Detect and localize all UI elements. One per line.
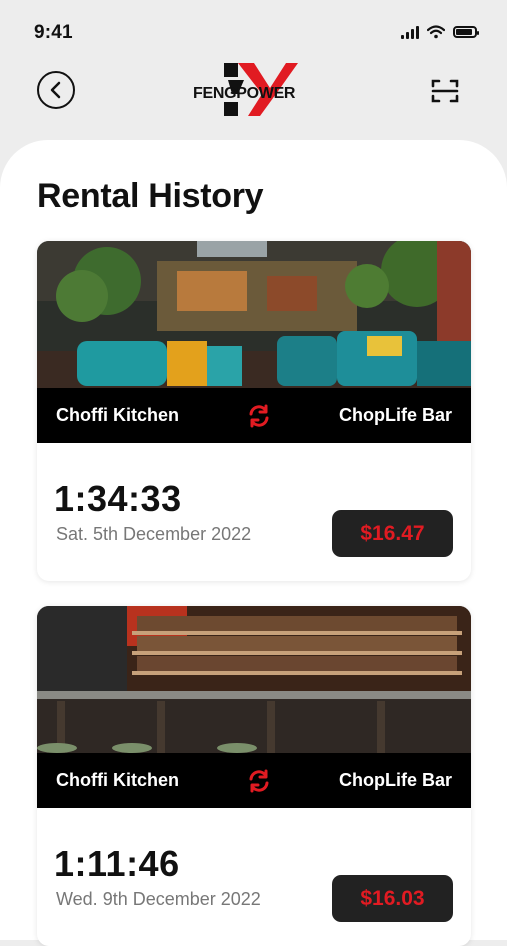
bar-counter-image xyxy=(37,606,471,753)
rental-duration: 1:11:46 xyxy=(54,843,180,884)
rental-date: Sat. 5th December 2022 xyxy=(56,524,252,544)
signal-icon xyxy=(401,25,419,39)
restaurant-interior-image xyxy=(37,241,471,388)
route-origin: Choffi Kitchen xyxy=(56,405,179,425)
refresh-swap-icon[interactable] xyxy=(246,403,272,429)
back-button[interactable] xyxy=(37,71,75,109)
status-icons xyxy=(401,25,479,39)
scan-button[interactable] xyxy=(430,77,460,105)
price-badge[interactable]: $16.03 xyxy=(332,875,453,922)
brand-logo: FENGPOWER xyxy=(188,60,318,120)
logo-text: FENGPOWER xyxy=(193,85,296,102)
route-destination: ChopLife Bar xyxy=(338,405,452,425)
route-origin: Choffi Kitchen xyxy=(56,770,179,790)
refresh-swap-icon[interactable] xyxy=(246,768,272,794)
status-time: 9:41 xyxy=(34,22,73,43)
page-title: Rental History xyxy=(37,177,264,215)
battery-icon xyxy=(453,26,479,38)
rental-duration: 1:34:33 xyxy=(54,478,182,519)
rental-card[interactable]: Choffi Kitchen ChopLife Bar 1:11:46 Wed.… xyxy=(37,606,471,946)
route-bar: Choffi Kitchen ChopLife Bar xyxy=(37,388,471,443)
status-bar: 9:41 xyxy=(0,0,507,60)
wifi-icon xyxy=(427,25,445,39)
route-destination: ChopLife Bar xyxy=(338,770,452,790)
chevron-left-icon xyxy=(50,81,61,99)
route-bar: Choffi Kitchen ChopLife Bar xyxy=(37,753,471,808)
rental-card[interactable]: Choffi Kitchen ChopLife Bar 1:34:33 Sat.… xyxy=(37,241,471,581)
scan-frame-icon xyxy=(431,79,459,103)
price-badge[interactable]: $16.47 xyxy=(332,510,453,557)
